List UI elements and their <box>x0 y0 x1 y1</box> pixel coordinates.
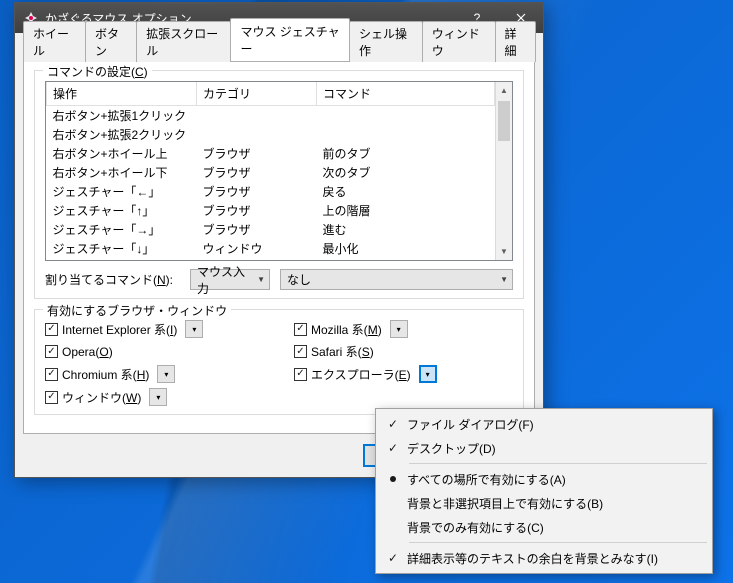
options-dialog: かざぐるマウス オプション ? ホイール ボタン 拡張スクロール マウス ジェス… <box>14 2 544 478</box>
tab-shell[interactable]: シェル操作 <box>349 21 423 62</box>
mozilla-dropdown-button[interactable]: ▾ <box>390 320 408 338</box>
table-row[interactable]: ジェスチャー「→」ブラウザ進む <box>47 220 495 239</box>
checkbox-icon[interactable]: ✓ <box>294 323 307 336</box>
tab-wheel[interactable]: ホイール <box>23 21 86 62</box>
check-window[interactable]: ✓ ウィンドウ(W) ▾ <box>45 388 264 406</box>
tabs: ホイール ボタン 拡張スクロール マウス ジェスチャー シェル操作 ウィンドウ … <box>23 39 535 61</box>
table-row[interactable]: 右ボタン+ホイール上ブラウザ前のタブ <box>47 144 495 163</box>
chromium-dropdown-button[interactable]: ▾ <box>157 365 175 383</box>
assign-category-combo[interactable]: マウス入力 ▼ <box>190 269 270 290</box>
assign-label: 割り当てるコマンド(N): <box>45 271 180 288</box>
scroll-down-icon[interactable]: ▼ <box>496 243 512 260</box>
window-dropdown-button[interactable]: ▾ <box>149 388 167 406</box>
checkbox-icon[interactable]: ✓ <box>45 323 58 336</box>
checkbox-icon[interactable]: ✓ <box>45 391 58 404</box>
group-commands: コマンドの設定(C) 操作 カテゴリ コマンド <box>34 70 524 299</box>
assign-row: 割り当てるコマンド(N): マウス入力 ▼ なし ▼ <box>45 269 513 290</box>
tab-gesture[interactable]: マウス ジェスチャー <box>230 18 350 61</box>
check-safari[interactable]: ✓ Safari 系(S) <box>294 343 513 360</box>
ie-dropdown-button[interactable]: ▾ <box>185 320 203 338</box>
check-icon: ✓ <box>379 551 407 565</box>
scrollbar[interactable]: ▲ ▼ <box>495 82 512 260</box>
group-enable: 有効にするブラウザ・ウィンドウ ✓ Internet Explorer 系(I)… <box>34 309 524 415</box>
menu-item-enable-bg-only[interactable]: 背景でのみ有効にする(C) <box>379 515 709 539</box>
tab-window[interactable]: ウィンドウ <box>422 21 496 62</box>
check-icon: ✓ <box>379 417 407 431</box>
chevron-down-icon: ▼ <box>500 275 508 284</box>
table-row[interactable]: 右ボタン+ホイール下ブラウザ次のタブ <box>47 163 495 182</box>
table-row[interactable]: ジェスチャー「↑」ブラウザ上の階層 <box>47 201 495 220</box>
check-mozilla[interactable]: ✓ Mozilla 系(M) ▾ <box>294 320 513 338</box>
tab-ext-scroll[interactable]: 拡張スクロール <box>136 21 231 62</box>
menu-item-enable-all[interactable]: すべての場所で有効にする(A) <box>379 467 709 491</box>
menu-item-desktop[interactable]: ✓ デスクトップ(D) <box>379 436 709 460</box>
col-command[interactable]: コマンド <box>317 82 495 106</box>
group-commands-legend: コマンドの設定(C) <box>43 63 152 80</box>
scroll-track[interactable] <box>496 99 512 243</box>
menu-item-text-margin-bg[interactable]: ✓ 詳細表示等のテキストの余白を背景とみなす(I) <box>379 546 709 570</box>
check-chromium[interactable]: ✓ Chromium 系(H) ▾ <box>45 365 264 383</box>
checkbox-icon[interactable]: ✓ <box>294 345 307 358</box>
radio-icon <box>379 476 407 482</box>
tab-advanced[interactable]: 詳細 <box>495 21 537 62</box>
table-row[interactable]: ジェスチャー「←」ブラウザ戻る <box>47 182 495 201</box>
check-opera[interactable]: ✓ Opera(O) <box>45 343 264 360</box>
check-icon: ✓ <box>379 441 407 455</box>
menu-item-file-dialog[interactable]: ✓ ファイル ダイアログ(F) <box>379 412 709 436</box>
col-category[interactable]: カテゴリ <box>197 82 317 106</box>
checkbox-icon[interactable]: ✓ <box>294 368 307 381</box>
menu-separator <box>409 542 707 543</box>
checkbox-icon[interactable]: ✓ <box>45 345 58 358</box>
tab-page-gesture: コマンドの設定(C) 操作 カテゴリ コマンド <box>23 61 535 434</box>
table-row[interactable]: ジェスチャー「↓」ウィンドウ最小化 <box>47 239 495 258</box>
scroll-thumb[interactable] <box>498 101 510 141</box>
table-row[interactable]: ジェスチャー「←↑」 <box>47 258 495 260</box>
table-row[interactable]: 右ボタン+拡張2クリック <box>47 125 495 144</box>
explorer-dropdown-button[interactable]: ▾ <box>419 365 437 383</box>
commands-table[interactable]: 操作 カテゴリ コマンド 右ボタン+拡張1クリック 右ボタン+拡張2クリック 右… <box>45 81 513 261</box>
table-row[interactable]: 右ボタン+拡張1クリック <box>47 106 495 126</box>
check-explorer[interactable]: ✓ エクスプローラ(E) ▾ <box>294 365 513 383</box>
checkbox-icon[interactable]: ✓ <box>45 368 58 381</box>
assign-command-combo[interactable]: なし ▼ <box>280 269 513 290</box>
menu-separator <box>409 463 707 464</box>
tab-button[interactable]: ボタン <box>85 21 137 62</box>
group-enable-legend: 有効にするブラウザ・ウィンドウ <box>43 302 231 319</box>
col-operation[interactable]: 操作 <box>47 82 197 106</box>
check-ie[interactable]: ✓ Internet Explorer 系(I) ▾ <box>45 320 264 338</box>
menu-item-enable-bg-unselected[interactable]: 背景と非選択項目上で有効にする(B) <box>379 491 709 515</box>
scroll-up-icon[interactable]: ▲ <box>496 82 512 99</box>
explorer-dropdown-menu: ✓ ファイル ダイアログ(F) ✓ デスクトップ(D) すべての場所で有効にする… <box>375 408 713 574</box>
chevron-down-icon: ▼ <box>257 275 265 284</box>
